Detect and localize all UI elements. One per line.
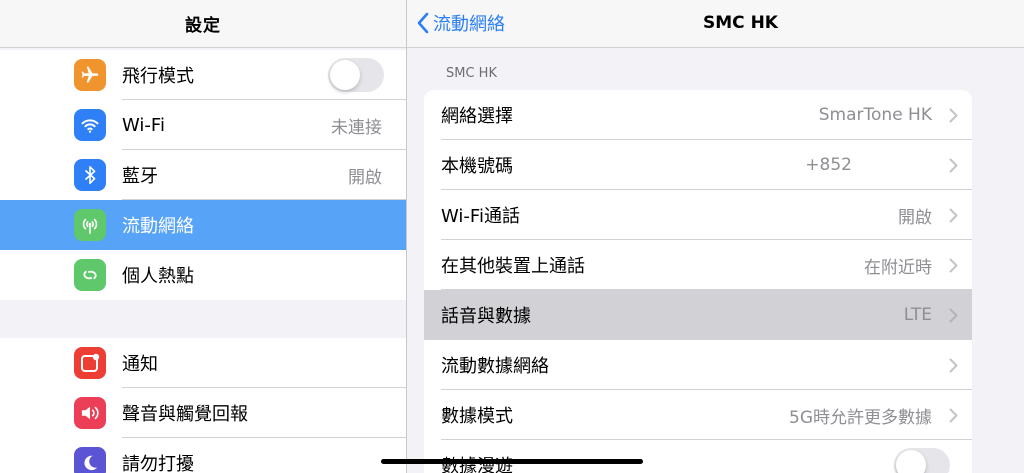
sidebar-item-label: 藍牙 (122, 166, 158, 187)
row-value: +852 (805, 155, 852, 175)
row-calls-on-other-devices[interactable]: 在其他裝置上通話 在附近時 (424, 240, 972, 290)
sidebar-item-label: 聲音與觸覺回報 (122, 404, 248, 425)
sidebar-item-label: 流動網絡 (122, 216, 194, 237)
detail-pane: 流動網絡 SMC HK SMC HK 網絡選擇 SmarTone HK 本機號碼… (407, 0, 1024, 473)
sidebar-item-label: 通知 (122, 354, 158, 375)
row-my-number[interactable]: 本機號碼 +852 (424, 140, 972, 190)
row-network-selection[interactable]: 網絡選擇 SmarTone HK (424, 90, 972, 140)
sidebar-group-notifications: 通知 聲音與觸覺回報 請勿打擾 (0, 338, 406, 473)
row-value: SmarTone HK (818, 105, 932, 125)
row-label: 網絡選擇 (441, 106, 513, 127)
antenna-icon (74, 209, 106, 241)
wifi-icon (74, 109, 106, 141)
row-label: 在其他裝置上通話 (441, 256, 585, 277)
row-label: 流動數據網絡 (441, 356, 549, 377)
sidebar-item-bluetooth[interactable]: 藍牙 開啟 (0, 150, 406, 200)
row-value: 5G時允許更多數據 (789, 407, 932, 428)
chevron-right-icon (938, 258, 968, 273)
row-data-roaming: 數據漫遊 (424, 440, 972, 473)
moon-icon (74, 447, 106, 473)
row-value: LTE (903, 305, 932, 325)
row-label: 本機號碼 (441, 156, 513, 177)
carrier-settings-list: 網絡選擇 SmarTone HK 本機號碼 +852 Wi-Fi通話 開啟 在其… (424, 90, 972, 473)
wifi-status: 未連接 (331, 117, 382, 138)
page-title: SMC HK (703, 13, 778, 33)
notification-icon (74, 347, 106, 379)
row-label: Wi-Fi通話 (441, 206, 520, 227)
sidebar-item-do-not-disturb[interactable]: 請勿打擾 (0, 438, 406, 473)
sidebar-item-personal-hotspot[interactable]: 個人熱點 (0, 250, 406, 300)
chevron-right-icon (938, 308, 968, 323)
sidebar-header: 設定 (0, 0, 406, 48)
chevron-right-icon (938, 208, 968, 223)
sidebar-item-airplane-mode[interactable]: 飛行模式 (0, 50, 406, 100)
sidebar-item-sounds-haptics[interactable]: 聲音與觸覺回報 (0, 388, 406, 438)
chevron-right-icon (938, 408, 968, 423)
settings-sidebar: 設定 飛行模式 Wi-Fi 未連接 藍牙 開啟 流動網絡 個人熱點 通知 聲音與… (0, 0, 406, 473)
row-cellular-data-network[interactable]: 流動數據網絡 (424, 340, 972, 390)
bluetooth-icon (74, 159, 106, 191)
section-header: SMC HK (446, 66, 497, 81)
airplane-mode-toggle[interactable] (328, 58, 384, 92)
detail-header: 流動網絡 SMC HK (407, 0, 1024, 48)
sidebar-item-wifi[interactable]: Wi-Fi 未連接 (0, 100, 406, 150)
sidebar-item-notifications[interactable]: 通知 (0, 338, 406, 388)
toggle-knob (896, 450, 926, 473)
toggle-knob (330, 60, 360, 90)
sidebar-group-connectivity: 飛行模式 Wi-Fi 未連接 藍牙 開啟 流動網絡 個人熱點 (0, 50, 406, 300)
row-data-mode[interactable]: 數據模式 5G時允許更多數據 (424, 390, 972, 440)
data-roaming-toggle[interactable] (894, 448, 950, 473)
sidebar-item-label: Wi-Fi (122, 114, 165, 136)
row-label: 話音與數據 (441, 306, 531, 327)
row-voice-data[interactable]: 話音與數據 LTE (424, 290, 972, 340)
speaker-icon (74, 397, 106, 429)
row-label: 數據模式 (441, 406, 513, 427)
chevron-right-icon (938, 108, 968, 123)
sidebar-item-label: 個人熱點 (122, 266, 194, 287)
hotspot-icon (74, 259, 106, 291)
row-wifi-calling[interactable]: Wi-Fi通話 開啟 (424, 190, 972, 240)
sidebar-item-label: 飛行模式 (122, 66, 194, 87)
airplane-icon (74, 59, 106, 91)
home-indicator[interactable] (381, 459, 643, 464)
sidebar-item-label: 請勿打擾 (122, 454, 194, 473)
chevron-right-icon (938, 358, 968, 373)
sidebar-title: 設定 (185, 16, 221, 36)
chevron-right-icon (938, 158, 968, 173)
row-value: 開啟 (898, 207, 932, 228)
bluetooth-status: 開啟 (348, 167, 382, 188)
row-value: 在附近時 (864, 257, 932, 278)
sidebar-item-cellular[interactable]: 流動網絡 (0, 200, 406, 250)
